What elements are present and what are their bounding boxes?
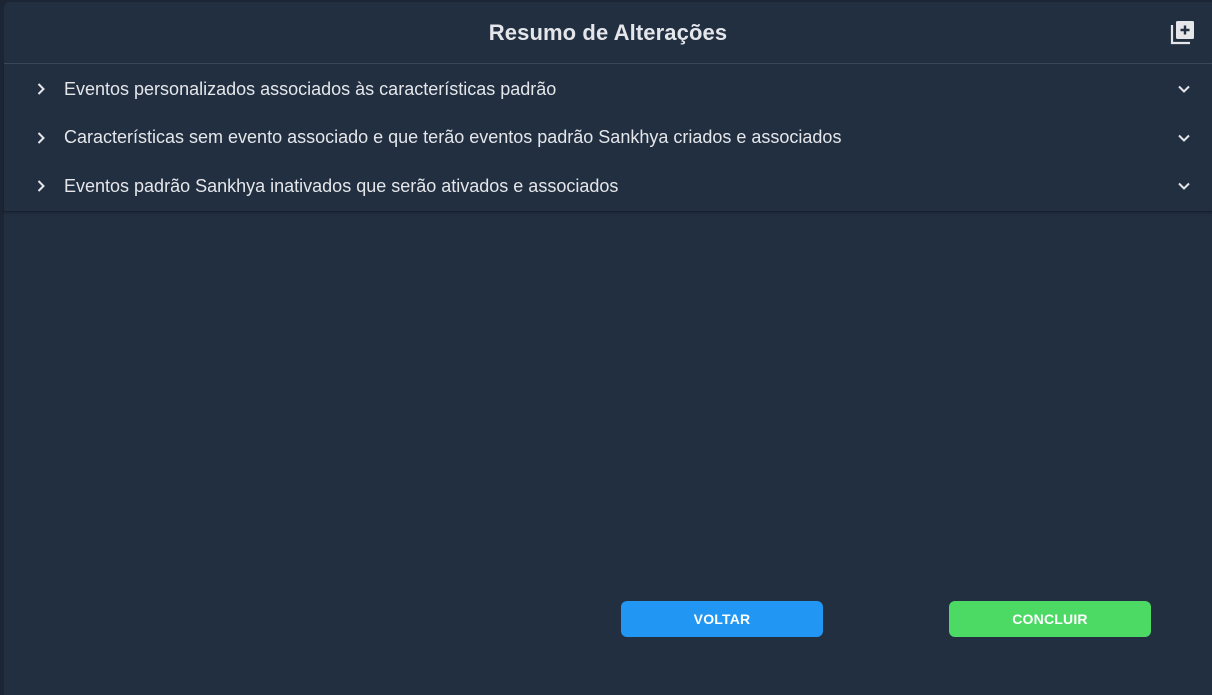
chevron-down-icon[interactable] xyxy=(1176,130,1192,146)
accordion-item-characteristics-without-event[interactable]: Características sem evento associado e q… xyxy=(4,114,1212,163)
dialog-title: Resumo de Alterações xyxy=(488,19,728,45)
back-button[interactable]: VOLTAR xyxy=(621,601,823,637)
accordion-item-inactive-events[interactable]: Eventos padrão Sankhya inativados que se… xyxy=(4,162,1212,211)
chevron-down-icon[interactable] xyxy=(1176,178,1192,194)
chevron-right-icon xyxy=(34,131,48,145)
accordion-item-label: Eventos padrão Sankhya inativados que se… xyxy=(64,175,619,196)
finish-button[interactable]: CONCLUIR xyxy=(949,601,1151,637)
accordion-item-custom-events[interactable]: Eventos personalizados associados às car… xyxy=(4,65,1212,114)
chevron-right-icon xyxy=(34,179,48,193)
chevron-right-icon xyxy=(34,82,48,96)
dialog-header: Resumo de Alterações xyxy=(4,2,1212,64)
change-summary-dialog: Resumo de Alterações Eventos personaliza… xyxy=(4,2,1212,695)
changes-accordion: Eventos personalizados associados às car… xyxy=(4,64,1212,212)
chevron-down-icon[interactable] xyxy=(1176,81,1192,97)
accordion-item-label: Eventos personalizados associados às car… xyxy=(64,78,557,99)
accordion-item-label: Características sem evento associado e q… xyxy=(64,127,842,148)
add-window-icon[interactable] xyxy=(1170,19,1196,45)
